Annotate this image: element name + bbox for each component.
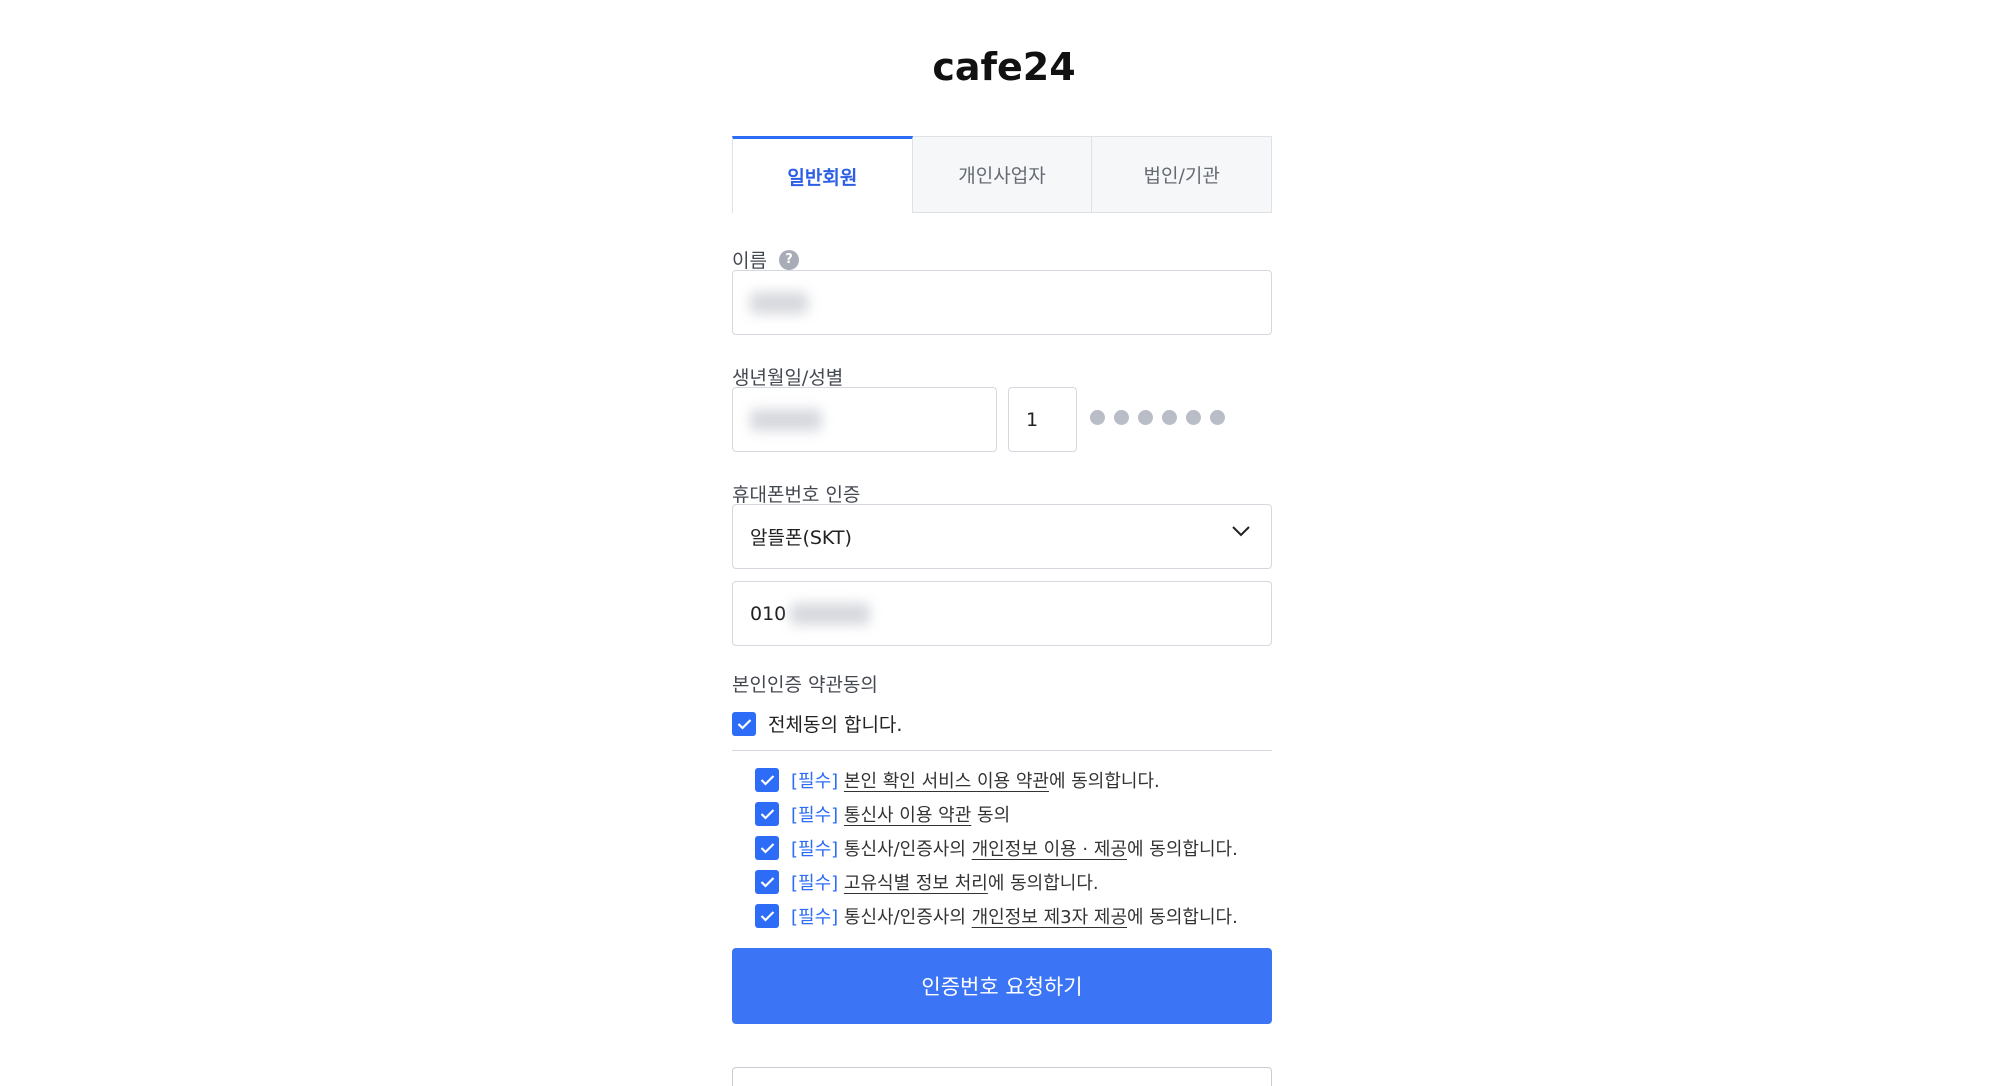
term-item[interactable]: [필수] 통신사 이용 약관 동의 xyxy=(755,797,1238,831)
tab-label: 개인사업자 xyxy=(958,165,1046,187)
agree-all-row[interactable]: 전체동의 합니다. xyxy=(732,711,1272,751)
term-item[interactable]: [필수] 통신사/인증사의 개인정보 이용 · 제공에 동의합니다. xyxy=(755,831,1238,865)
term-link[interactable]: 개인정보 제3자 제공 xyxy=(972,907,1127,928)
chevron-down-icon xyxy=(1232,526,1250,537)
masked-id-dots xyxy=(1090,410,1225,425)
term-prefix: 통신사/인증사의 xyxy=(843,839,972,860)
term-checkbox[interactable] xyxy=(755,802,779,826)
phone-label-text: 휴대폰번호 인증 xyxy=(732,484,861,506)
check-icon xyxy=(737,718,751,730)
term-checkbox[interactable] xyxy=(755,768,779,792)
mask-dot xyxy=(1114,410,1129,425)
required-tag: [필수] xyxy=(791,907,839,928)
name-label-text: 이름 xyxy=(732,250,767,272)
term-item[interactable]: [필수] 본인 확인 서비스 이용 약관에 동의합니다. xyxy=(755,763,1238,797)
term-suffix: 에 동의합니다. xyxy=(1048,771,1160,792)
mask-dot xyxy=(1162,410,1177,425)
member-type-tabs: 일반회원 개인사업자 법인/기관 xyxy=(732,136,1273,213)
term-text: [필수] 본인 확인 서비스 이용 약관에 동의합니다. xyxy=(791,767,1160,793)
term-suffix: 에 동의합니다. xyxy=(1127,907,1238,928)
mask-dot xyxy=(1186,410,1201,425)
logo-text: cafe24 xyxy=(932,45,1075,89)
carrier-selected-value: 알뜰폰(SKT) xyxy=(750,527,852,549)
required-tag: [필수] xyxy=(791,771,839,792)
phone-number-input[interactable]: 010 xyxy=(732,581,1272,646)
check-icon xyxy=(760,809,774,820)
carrier-select[interactable]: 알뜰폰(SKT) xyxy=(732,504,1272,569)
term-text: [필수] 통신사/인증사의 개인정보 이용 · 제공에 동의합니다. xyxy=(791,835,1238,861)
term-text: [필수] 고유식별 정보 처리에 동의합니다. xyxy=(791,869,1099,895)
check-icon xyxy=(760,843,774,854)
term-suffix: 동의 xyxy=(971,805,1011,826)
tab-label: 법인/기관 xyxy=(1143,165,1220,187)
term-prefix: 통신사/인증사의 xyxy=(843,907,972,928)
name-label: 이름 ? xyxy=(732,246,799,273)
mask-dot xyxy=(1090,410,1105,425)
term-checkbox[interactable] xyxy=(755,836,779,860)
birth-gender-label-text: 생년월일/성별 xyxy=(732,367,844,389)
term-item[interactable]: [필수] 고유식별 정보 처리에 동의합니다. xyxy=(755,865,1238,899)
tab-label: 일반회원 xyxy=(787,166,858,189)
blurred-phone-value xyxy=(790,602,871,625)
tab-corporate[interactable]: 법인/기관 xyxy=(1092,136,1273,213)
terms-list: [필수] 본인 확인 서비스 이용 약관에 동의합니다. [필수] 통신사 이용… xyxy=(755,763,1238,933)
term-text: [필수] 통신사/인증사의 개인정보 제3자 제공에 동의합니다. xyxy=(791,903,1238,929)
birth-gender-label: 생년월일/성별 xyxy=(732,363,843,390)
next-section-box[interactable] xyxy=(732,1067,1272,1086)
term-link[interactable]: 고유식별 정보 처리 xyxy=(844,873,988,894)
term-link[interactable]: 개인정보 이용 · 제공 xyxy=(972,839,1127,860)
gender-digit-input[interactable]: 1 xyxy=(1008,387,1077,452)
question-circle-icon[interactable]: ? xyxy=(778,249,799,270)
term-checkbox[interactable] xyxy=(755,870,779,894)
check-icon xyxy=(760,775,774,786)
agree-all-checkbox[interactable] xyxy=(732,711,756,736)
mask-dot xyxy=(1138,410,1153,425)
mask-dot xyxy=(1210,410,1225,425)
term-item[interactable]: [필수] 통신사/인증사의 개인정보 제3자 제공에 동의합니다. xyxy=(755,899,1238,933)
term-suffix: 에 동의합니다. xyxy=(987,873,1099,894)
check-icon xyxy=(760,911,774,922)
required-tag: [필수] xyxy=(791,873,839,894)
term-link[interactable]: 본인 확인 서비스 이용 약관 xyxy=(844,771,1049,792)
required-tag: [필수] xyxy=(791,805,839,826)
term-link[interactable]: 통신사 이용 약관 xyxy=(844,805,971,826)
term-text: [필수] 통신사 이용 약관 동의 xyxy=(791,801,1010,827)
request-verification-button[interactable]: 인증번호 요청하기 xyxy=(732,948,1272,1024)
check-icon xyxy=(760,877,774,888)
terms-title-text: 본인인증 약관동의 xyxy=(732,674,878,696)
name-input[interactable] xyxy=(732,270,1272,335)
term-suffix: 에 동의합니다. xyxy=(1127,839,1238,860)
phone-prefix: 010 xyxy=(750,602,787,625)
cafe24-logo-mark: cafe24 xyxy=(932,45,1075,89)
tab-general-member[interactable]: 일반회원 xyxy=(732,136,913,213)
request-verification-label: 인증번호 요청하기 xyxy=(921,975,1083,999)
cafe24-logo: cafe24 xyxy=(924,44,1084,90)
blurred-name-value xyxy=(750,291,808,314)
blurred-birth-value xyxy=(750,408,822,431)
tab-individual-business[interactable]: 개인사업자 xyxy=(912,136,1093,213)
terms-title: 본인인증 약관동의 xyxy=(732,670,878,697)
gender-digit-value: 1 xyxy=(1026,408,1039,431)
agree-all-label: 전체동의 합니다. xyxy=(768,714,903,736)
birth-date-input[interactable] xyxy=(732,387,997,452)
required-tag: [필수] xyxy=(791,839,839,860)
term-checkbox[interactable] xyxy=(755,904,779,928)
phone-verification-label: 휴대폰번호 인증 xyxy=(732,480,860,507)
